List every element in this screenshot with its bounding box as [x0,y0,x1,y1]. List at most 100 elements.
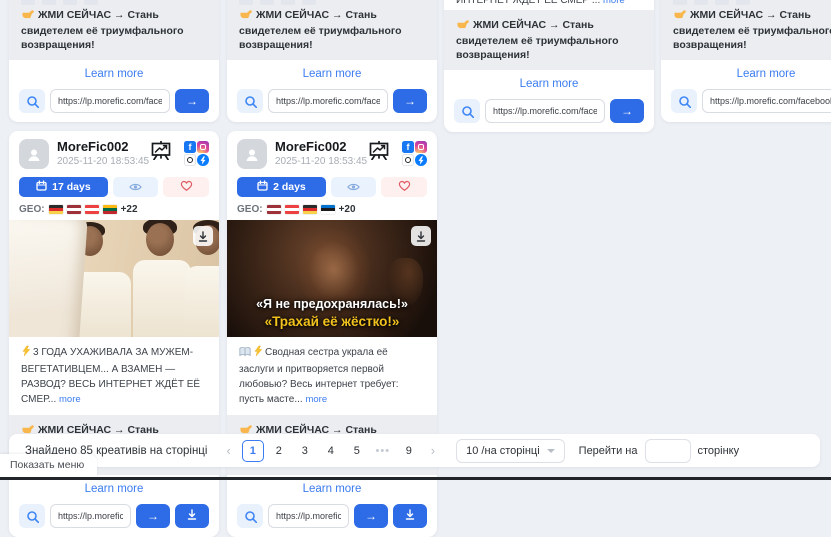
flag-de-icon [49,205,63,214]
flag-at-icon [285,205,299,214]
landing-url-input[interactable] [50,89,170,113]
url-row: → [9,83,219,122]
page-button-2[interactable]: 2 [268,440,290,462]
creative-image-rain: «Я не предохранялась!» «Трахай её жёстко… [227,220,437,337]
audience-network-icon [184,154,196,166]
landing-url-input[interactable] [702,89,831,113]
ad-text: 3 ГОДА УХАЖИВАЛА ЗА МУЖЕМ-ВЕГЕТАТИВЦЕМ..… [9,337,219,409]
pagination-bar: Знайдено 85 креативів на сторінці ‹ 1234… [9,434,820,467]
more-link[interactable]: more [59,394,81,405]
page-numbers: 12345•••9 [242,440,420,462]
search-icon[interactable] [671,89,697,113]
open-url-button[interactable]: → [136,504,170,528]
page-button-3[interactable]: 3 [294,440,316,462]
audience-network-icon [402,154,414,166]
lightning-icon [253,345,263,362]
url-row: → [444,93,654,132]
geo-label: GEO: [237,204,263,215]
page-button-1[interactable]: 1 [242,440,264,462]
search-icon[interactable] [19,504,45,528]
facebook-icon: f [184,141,196,153]
creative-card-partial: ИНТЕРНЕТ ЖДЁТ ЕЁ СМЕР ... more ЖМИ СЕЙЧА… [444,0,654,132]
geo-row: GEO: +20 [227,202,437,220]
search-icon[interactable] [454,99,480,123]
chart-easel-icon[interactable] [150,141,172,165]
search-icon[interactable] [19,89,45,113]
page-size-select[interactable]: 10 /на сторінці [456,439,565,463]
landing-url-input[interactable] [485,99,605,123]
favorite-button[interactable] [163,177,209,197]
page-button-4[interactable]: 4 [320,440,342,462]
page-button-5[interactable]: 5 [346,440,368,462]
profile-name: MoreFic002 [57,139,150,154]
messenger-icon [197,154,209,166]
learn-more-link[interactable]: Learn more [9,60,219,83]
download-creative-button[interactable] [393,504,427,528]
more-link[interactable]: more [603,0,625,6]
cta-banner: ЖМИ СЕЙЧАС → Стань свидетелем её триумфа… [227,0,437,60]
open-url-button[interactable]: → [393,89,427,113]
arrow-right-icon: → [404,94,416,108]
lightning-icon [21,345,31,362]
next-page-button[interactable]: › [426,443,440,458]
show-menu-tab[interactable]: Показать меню [0,454,97,477]
flag-lt-icon [103,205,117,214]
preview-button[interactable] [113,177,159,197]
landing-url-input[interactable] [268,89,388,113]
landing-url-input[interactable] [50,504,131,528]
image-overlay-line1: «Я не предохранялась!» [227,296,437,313]
download-image-button[interactable] [193,226,213,246]
geo-flags [267,205,335,214]
preview-button[interactable] [331,177,377,197]
cta-banner: ЖМИ СЕЙЧАС → Стань свидетелем её триумфа… [9,0,219,60]
creative-timestamp: 2025-11-20 18:53:45 [57,156,150,167]
geo-more-count: +22 [121,204,138,215]
url-row: → [227,83,437,122]
learn-more-link[interactable]: Learn more [444,70,654,93]
open-url-button[interactable]: → [354,504,388,528]
avatar [237,139,267,169]
creative-card-partial: ЖМИ СЕЙЧАС → Стань свидетелем её триумфа… [227,0,437,122]
eye-icon [129,180,142,195]
avatar [19,139,49,169]
chart-easel-icon[interactable] [368,141,390,165]
download-icon [403,508,417,524]
instagram-icon [197,141,209,153]
geo-flags [49,205,117,214]
learn-more-link[interactable]: Learn more [227,60,437,83]
landing-url-input[interactable] [268,504,349,528]
card-actions: 2 days [227,173,437,202]
flag-ee-icon [321,205,335,214]
days-active-button[interactable]: 17 days [19,177,108,197]
goto-page-input[interactable] [645,439,691,463]
learn-more-link[interactable]: Learn more [661,60,831,83]
open-url-button[interactable]: → [175,89,209,113]
page-button-9[interactable]: 9 [398,440,420,462]
heart-icon [398,180,411,195]
image-overlay-line2: «Трахай её жёстко!» [227,313,437,331]
prev-page-button[interactable]: ‹ [221,443,235,458]
search-icon[interactable] [237,89,263,113]
download-image-button[interactable] [411,226,431,246]
favorite-button[interactable] [381,177,427,197]
arrow-right-icon: → [147,509,159,523]
open-url-button[interactable]: → [610,99,644,123]
goto-label: Перейти на [579,445,638,457]
search-icon[interactable] [237,504,263,528]
platform-icons: f [184,141,209,166]
url-row: → [9,498,219,537]
url-row [661,83,831,122]
arrow-right-icon: → [186,94,198,108]
more-link[interactable]: more [305,394,327,405]
download-creative-button[interactable] [175,504,209,528]
days-active-button[interactable]: 2 days [237,177,326,197]
arrow-right-icon: → [365,509,377,523]
calendar-icon [36,180,47,194]
platform-icons: f [402,141,427,166]
flag-lv-icon [267,205,281,214]
pointing-hand-icon [239,7,253,24]
card-actions: 17 days [9,173,219,202]
chevron-down-icon [547,449,555,453]
geo-more-count: +20 [339,204,356,215]
heart-icon [180,180,193,195]
